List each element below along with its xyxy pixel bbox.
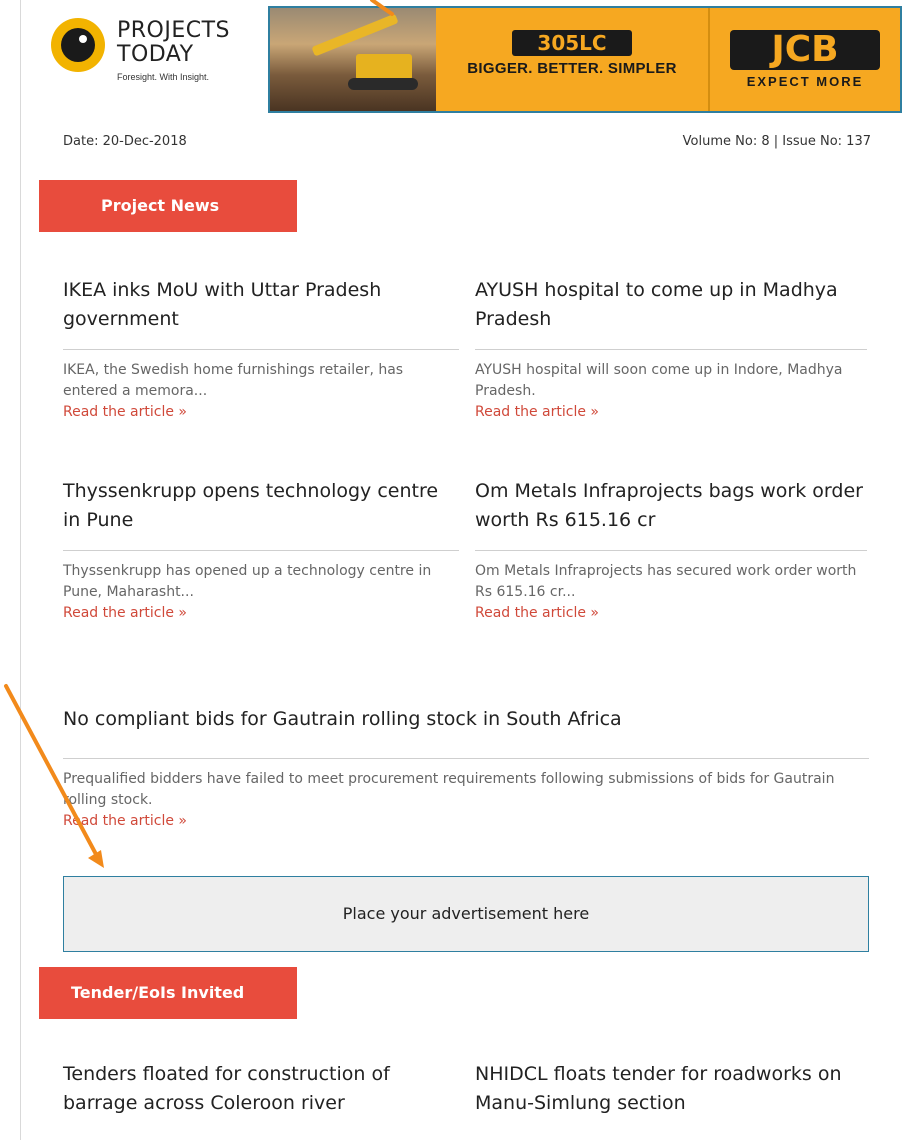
read-article-link[interactable]: Read the article »: [63, 603, 459, 624]
article-title[interactable]: Thyssenkrupp opens technology centre in …: [63, 477, 459, 535]
read-article-link[interactable]: Read the article »: [475, 402, 867, 423]
article-card: AYUSH hospital to come up in Madhya Prad…: [475, 276, 867, 423]
read-article-link[interactable]: Read the article »: [63, 811, 869, 832]
projects-today-logo[interactable]: PROJECTS TODAY Foresight. With Insight.: [51, 10, 271, 105]
logo-tagline: Foresight. With Insight.: [117, 72, 210, 82]
newsletter-page: PROJECTS TODAY Foresight. With Insight. …: [20, 0, 902, 1140]
article-card: Om Metals Infraprojects bags work order …: [475, 477, 867, 624]
article-summary: Thyssenkrupp has opened up a technology …: [63, 563, 432, 600]
advertisement-placeholder[interactable]: Place your advertisement here: [63, 876, 869, 952]
divider: [475, 349, 867, 350]
ad-brand: JCB: [730, 30, 880, 70]
article-summary: IKEA, the Swedish home furnishings retai…: [63, 362, 404, 399]
issue-date: Date: 20-Dec-2018: [63, 134, 187, 149]
article-title[interactable]: No compliant bids for Gautrain rolling s…: [63, 705, 869, 734]
tender-title[interactable]: NHIDCL floats tender for roadworks on Ma…: [475, 1060, 867, 1118]
tender-title[interactable]: Tenders floated for construction of barr…: [63, 1060, 459, 1118]
article-card: IKEA inks MoU with Uttar Pradesh governm…: [63, 276, 459, 423]
divider: [475, 550, 867, 551]
article-card: Thyssenkrupp opens technology centre in …: [63, 477, 459, 624]
article-summary: AYUSH hospital will soon come up in Indo…: [475, 362, 843, 399]
jcb-brand-logo: JCB EXPECT MORE: [730, 30, 880, 89]
article-title[interactable]: Om Metals Infraprojects bags work order …: [475, 477, 867, 535]
article-title[interactable]: IKEA inks MoU with Uttar Pradesh governm…: [63, 276, 459, 334]
issue-volume: Volume No: 8 | Issue No: 137: [682, 134, 871, 149]
logo-text-line2: TODAY: [117, 42, 194, 67]
tender-card: Tenders floated for construction of barr…: [63, 1060, 459, 1118]
ad-model-badge: 305LC: [512, 30, 632, 56]
tender-card: NHIDCL floats tender for roadworks on Ma…: [475, 1060, 867, 1118]
jcb-ad-banner[interactable]: 305LC BIGGER. BETTER. SIMPLER JCB EXPECT…: [268, 6, 902, 113]
ad-headline: BIGGER. BETTER. SIMPLER: [467, 60, 677, 77]
section-tab-project-news: Project News: [39, 180, 297, 232]
logo-text-line1: PROJECTS: [117, 18, 231, 43]
article-title[interactable]: AYUSH hospital to come up in Madhya Prad…: [475, 276, 867, 334]
section-tab-tenders: Tender/EoIs Invited: [39, 967, 297, 1019]
logo-circle-icon: [51, 18, 105, 72]
article-summary: Om Metals Infraprojects has secured work…: [475, 563, 857, 600]
article-card: No compliant bids for Gautrain rolling s…: [63, 705, 869, 832]
ad-slogan: EXPECT MORE: [746, 74, 864, 89]
newsletter-header: PROJECTS TODAY Foresight. With Insight. …: [21, 0, 902, 120]
read-article-link[interactable]: Read the article »: [475, 603, 867, 624]
read-article-link[interactable]: Read the article »: [63, 402, 459, 423]
divider: [63, 550, 459, 551]
article-summary: Prequalified bidders have failed to meet…: [63, 771, 835, 808]
divider: [63, 349, 459, 350]
divider: [63, 758, 869, 759]
excavator-photo: [270, 8, 436, 111]
